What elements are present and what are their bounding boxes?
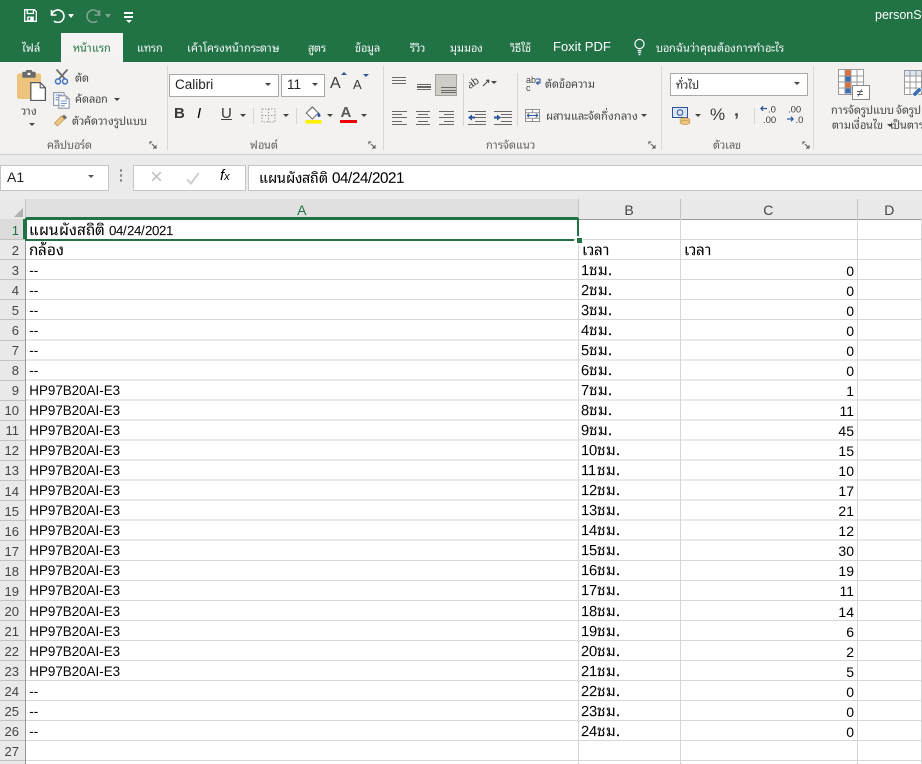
svg-text:.00: .00 (763, 115, 776, 124)
svg-text:c: c (526, 83, 531, 91)
svg-text:.0: .0 (796, 115, 804, 124)
svg-text:≠: ≠ (857, 86, 864, 100)
svg-text:ab: ab (469, 75, 481, 90)
svg-text:.00: .00 (788, 105, 801, 116)
svg-text:.0: .0 (768, 105, 776, 116)
